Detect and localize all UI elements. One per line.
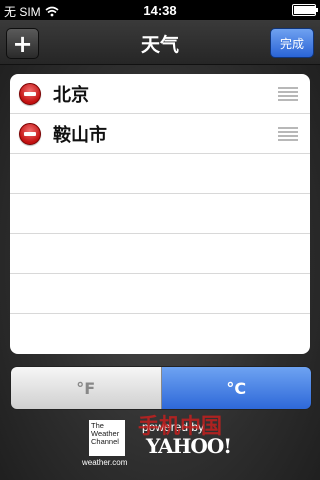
reorder-handle-icon[interactable] [278,87,298,101]
fahrenheit-segment[interactable]: °F [11,367,162,409]
city-name: 北京 [53,85,89,106]
status-time: 14:38 [143,3,177,18]
empty-row [10,194,310,234]
city-name: 鞍山市 [53,125,107,146]
reorder-handle-icon[interactable] [278,127,298,141]
status-bar: 无 SIM 14:38 [0,0,320,20]
navigation-bar: + 天气 完成 [0,20,320,65]
weather-channel-url[interactable]: weather.com [82,458,127,467]
delete-icon[interactable] [19,83,41,105]
done-button[interactable]: 完成 [270,28,314,58]
celsius-segment[interactable]: °C [161,367,311,409]
empty-row [10,154,310,194]
weather-channel-logo[interactable]: The Weather Channel [89,420,125,456]
empty-row [10,314,310,353]
city-list: 北京 鞍山市 [10,74,310,354]
empty-row [10,274,310,314]
delete-icon[interactable] [19,123,41,145]
battery-icon [292,4,318,16]
empty-row [10,234,310,274]
unit-segmented-control: °F °C [10,366,312,410]
list-item[interactable]: 北京 [10,74,310,114]
watermark: 手机中国 [138,414,222,438]
list-item[interactable]: 鞍山市 [10,114,310,154]
